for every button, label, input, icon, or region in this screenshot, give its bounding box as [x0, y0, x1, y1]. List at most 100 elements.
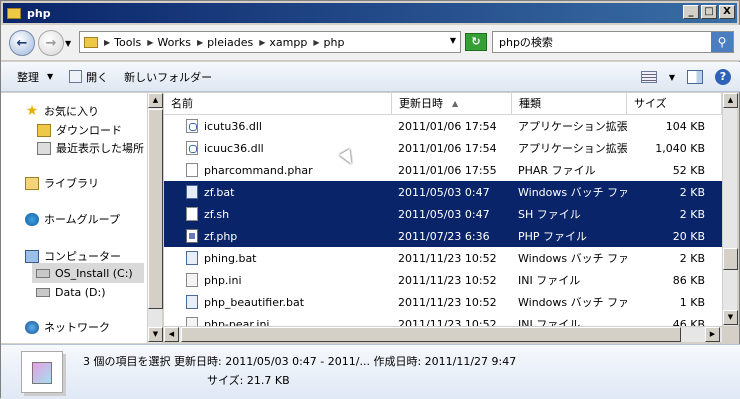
file-date: 2011/11/23 10:52	[398, 295, 497, 309]
scroll-up-button[interactable]: ▲	[148, 93, 163, 108]
file-type: アプリケーション拡張	[518, 120, 627, 133]
view-dropdown-icon[interactable]: ▼	[669, 73, 675, 82]
file-size: 104 KB	[665, 119, 705, 133]
file-row[interactable]: icutu36.dll 2011/01/06 17:54 アプリケーション拡張 104…	[164, 115, 722, 137]
breadcrumb-tools[interactable]: ▶ Tools	[104, 36, 141, 49]
address-bar[interactable]: ▶ Tools ▶ Works ▶ pleiades ▶ xampp ▶ php ▼	[79, 31, 461, 53]
minimize-button[interactable]: _	[683, 5, 699, 19]
star-icon: ★	[25, 102, 39, 119]
nav-network[interactable]: ネットワーク	[25, 317, 110, 337]
column-size[interactable]: サイズ	[627, 93, 722, 115]
breadcrumb-php[interactable]: ▶ php	[313, 36, 344, 49]
file-type: Windows バッチ ファ...	[518, 252, 627, 265]
search-icon[interactable]: ⚲	[711, 32, 733, 52]
nav-drive-d[interactable]: Data (D:)	[36, 282, 106, 302]
generic-file-icon	[186, 163, 198, 177]
open-label: 開く	[86, 70, 109, 84]
view-mode-icon[interactable]	[640, 71, 657, 83]
chevron-icon[interactable]: ▶	[147, 38, 153, 47]
scroll-thumb[interactable]	[723, 248, 738, 270]
scroll-down-button[interactable]: ▼	[148, 327, 163, 342]
file-type: PHP ファイル	[518, 230, 588, 243]
ini-file-icon	[186, 273, 198, 287]
chevron-icon[interactable]: ▶	[313, 38, 319, 47]
file-scrollbar[interactable]: ▲ ▼	[722, 93, 738, 326]
nav-drive-c[interactable]: OS_Install (C:)	[32, 263, 144, 283]
file-row[interactable]: php.ini 2011/11/23 10:52 INI ファイル 86 KB	[164, 269, 722, 291]
file-rows: icutu36.dll 2011/01/06 17:54 アプリケーション拡張 104…	[164, 115, 722, 329]
nav-favorites[interactable]: ★ お気に入り	[25, 101, 99, 121]
maximize-button[interactable]: □	[701, 5, 717, 19]
view-controls: ▼ ?	[640, 69, 731, 85]
nav-homegroup[interactable]: ホームグループ	[25, 209, 120, 229]
breadcrumb-xampp[interactable]: ▶ xampp	[259, 36, 307, 49]
file-name: pharcommand.phar	[164, 163, 392, 177]
scroll-thumb[interactable]	[148, 109, 163, 309]
chevron-icon[interactable]: ▶	[259, 38, 265, 47]
close-button[interactable]: X	[719, 5, 735, 19]
nav-scrollbar[interactable]: ▲ ▼	[147, 93, 163, 343]
chevron-down-icon: ▼	[47, 72, 54, 81]
drive-icon	[36, 287, 50, 297]
refresh-button[interactable]: ↻	[465, 33, 487, 51]
horizontal-scroll-thumb[interactable]	[181, 327, 681, 342]
file-name: icuuc36.dll	[164, 141, 392, 155]
file-row[interactable]: pharcommand.phar 2011/01/06 17:55 PHAR ファイ…	[164, 159, 722, 181]
history-dropdown-icon[interactable]: ▼	[65, 39, 71, 48]
help-icon[interactable]: ?	[715, 69, 731, 85]
file-name: php_beautifier.bat	[164, 295, 392, 309]
back-button[interactable]: ←	[9, 30, 35, 56]
scroll-right-button[interactable]: ▶	[705, 327, 720, 342]
new-folder-button[interactable]: 新しいフォルダー	[124, 69, 212, 85]
file-date: 2011/01/06 17:54	[398, 119, 497, 133]
forward-button[interactable]: →	[38, 30, 64, 56]
window-title: php	[27, 6, 51, 20]
file-date: 2011/07/23 6:36	[398, 229, 490, 243]
address-dropdown-icon[interactable]: ▼	[450, 36, 456, 45]
file-row[interactable]: zf.sh 2011/05/03 0:47 SH ファイル 2 KB	[164, 203, 722, 225]
nav-downloads[interactable]: ダウンロード	[37, 120, 122, 140]
nav-recent[interactable]: 最近表示した場所	[37, 138, 144, 158]
scroll-down-button[interactable]: ▼	[723, 310, 738, 325]
file-row[interactable]: icuuc36.dll 2011/01/06 17:54 アプリケーション拡張 1,0…	[164, 137, 722, 159]
open-button[interactable]: 開く	[69, 69, 108, 85]
details-size: サイズ: 21.7 KB	[207, 374, 290, 387]
breadcrumb-works[interactable]: ▶ Works	[147, 36, 191, 49]
chevron-icon[interactable]: ▶	[104, 38, 110, 47]
search-input[interactable]: phpの検索 ⚲	[492, 31, 734, 53]
column-type[interactable]: 種類	[512, 93, 627, 115]
file-row[interactable]: zf.bat 2011/05/03 0:47 Windows バッチ ファ... 2 …	[164, 181, 722, 203]
preview-pane-icon[interactable]	[687, 70, 703, 84]
explorer-window: php _ □ X ← → ▼ ▶ Tools ▶ Works ▶ pleiades …	[0, 0, 740, 399]
scroll-left-button[interactable]: ◀	[164, 327, 179, 342]
search-placeholder: phpの検索	[499, 36, 553, 49]
horizontal-scrollbar[interactable]: ◀ ▶	[164, 326, 722, 342]
details-pane: 3 個の項目を選択 更新日時: 2011/05/03 0:47 - 2011/.…	[1, 344, 740, 399]
file-row[interactable]: php_beautifier.bat 2011/11/23 10:52 Window…	[164, 291, 722, 313]
column-name[interactable]: 名前	[164, 93, 392, 115]
nav-libraries[interactable]: ライブラリ	[25, 173, 99, 193]
file-type: アプリケーション拡張	[518, 142, 627, 155]
dll-file-icon	[186, 119, 198, 133]
file-date: 2011/01/06 17:55	[398, 163, 497, 177]
organize-button[interactable]: 整理 ▼	[17, 69, 53, 85]
file-size: 86 KB	[672, 273, 705, 287]
file-size: 2 KB	[679, 251, 705, 265]
scroll-up-button[interactable]: ▲	[723, 93, 738, 108]
details-summary: 3 個の項目を選択 更新日時: 2011/05/03 0:47 - 2011/.…	[83, 355, 517, 368]
bat-file-icon	[186, 251, 198, 265]
file-name: php.ini	[164, 273, 392, 287]
downloads-folder-icon	[37, 123, 51, 137]
address-row: ← → ▼ ▶ Tools ▶ Works ▶ pleiades ▶ xampp ▶ ph…	[1, 25, 740, 61]
window-controls: _ □ X	[683, 5, 735, 19]
breadcrumb-pleiades[interactable]: ▶ pleiades	[197, 36, 253, 49]
title-bar[interactable]: php _ □ X	[3, 3, 737, 23]
command-bar: 整理 ▼ 開く 新しいフォルダー ▼ ?	[1, 62, 740, 92]
column-header: 名前 更新日時 ▲ 種類 サイズ	[164, 93, 722, 115]
column-date[interactable]: 更新日時 ▲	[392, 93, 512, 115]
file-name: zf.sh	[164, 207, 392, 221]
file-row[interactable]: zf.php 2011/07/23 6:36 PHP ファイル 20 KB	[164, 225, 722, 247]
chevron-icon[interactable]: ▶	[197, 38, 203, 47]
dll-file-icon	[186, 141, 198, 155]
file-row[interactable]: phing.bat 2011/11/23 10:52 Windows バッチ ファ.…	[164, 247, 722, 269]
